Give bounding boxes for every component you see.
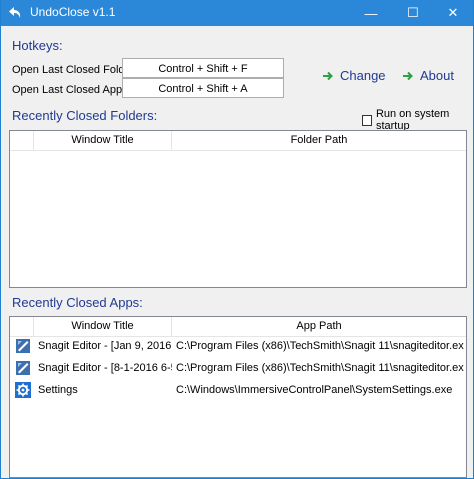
app-title: Snagit Editor - [Jan 9, 2016 6:4:: [38, 340, 172, 352]
table-row[interactable]: Snagit Editor - [8-1-2016 6-51- C:\Progr…: [10, 357, 466, 379]
apps-heading: Recently Closed Apps:: [12, 295, 143, 310]
close-button[interactable]: ✕: [433, 0, 473, 26]
app-title: Snagit Editor - [8-1-2016 6-51-: [38, 362, 172, 374]
apps-col-icon[interactable]: [10, 317, 34, 336]
window-title: UndoClose v1.1: [30, 5, 116, 19]
title-bar[interactable]: UndoClose v1.1 — ☐ ✕: [1, 0, 473, 26]
open-folder-label: Open Last Closed Folder:: [12, 64, 138, 76]
apps-listview[interactable]: Window Title App Path Snagit Editor - [J…: [9, 316, 467, 478]
apps-header: Window Title App Path: [10, 317, 466, 337]
undo-arrow-icon: [9, 7, 21, 18]
undoclose-window: UndoClose v1.1 — ☐ ✕ Hotkeys: Open Last …: [0, 0, 474, 479]
minimize-icon: —: [364, 5, 378, 21]
folders-col-path[interactable]: Folder Path: [172, 131, 466, 150]
startup-checkbox[interactable]: [362, 114, 372, 126]
startup-label: Run on system startup: [375, 108, 450, 132]
apps-col-path[interactable]: App Path: [172, 317, 466, 336]
minimize-button[interactable]: —: [351, 0, 391, 26]
app-path: C:\Program Files (x86)\TechSmith\Snagit …: [176, 340, 464, 352]
close-icon: ✕: [447, 5, 459, 20]
about-label: About: [420, 68, 454, 83]
app-title: Settings: [38, 384, 78, 396]
arrow-right-icon: [403, 71, 413, 80]
folders-col-title[interactable]: Window Title: [34, 131, 172, 150]
folders-heading: Recently Closed Folders:: [12, 108, 158, 123]
table-row[interactable]: Snagit Editor - [Jan 9, 2016 6:4: C:\Pro…: [10, 335, 466, 357]
app-hotkey-field[interactable]: Control + Shift + A: [122, 78, 284, 98]
snagit-editor-icon: [16, 361, 30, 375]
change-label: Change: [340, 68, 386, 83]
folder-hotkey-field[interactable]: Control + Shift + F: [122, 58, 284, 78]
folders-listview[interactable]: Window Title Folder Path: [9, 130, 467, 288]
settings-gear-icon: [15, 382, 31, 398]
arrow-right-icon: [323, 71, 333, 80]
snagit-editor-icon: [16, 339, 30, 353]
change-button[interactable]: Change: [322, 68, 386, 83]
app-path: C:\Windows\ImmersiveControlPanel\SystemS…: [176, 384, 453, 396]
startup-checkbox-wrap[interactable]: Run on system startup: [362, 108, 473, 132]
folders-col-icon[interactable]: [10, 131, 34, 150]
open-app-label: Open Last Closed App:: [12, 84, 126, 96]
apps-col-title[interactable]: Window Title: [34, 317, 172, 336]
app-path: C:\Program Files (x86)\TechSmith\Snagit …: [176, 362, 464, 374]
about-button[interactable]: About: [402, 68, 454, 83]
maximize-icon: ☐: [407, 5, 419, 20]
folders-header: Window Title Folder Path: [10, 131, 466, 151]
table-row[interactable]: Settings C:\Windows\ImmersiveControlPane…: [10, 379, 466, 401]
hotkeys-heading: Hotkeys:: [12, 38, 63, 53]
maximize-button[interactable]: ☐: [393, 0, 433, 26]
